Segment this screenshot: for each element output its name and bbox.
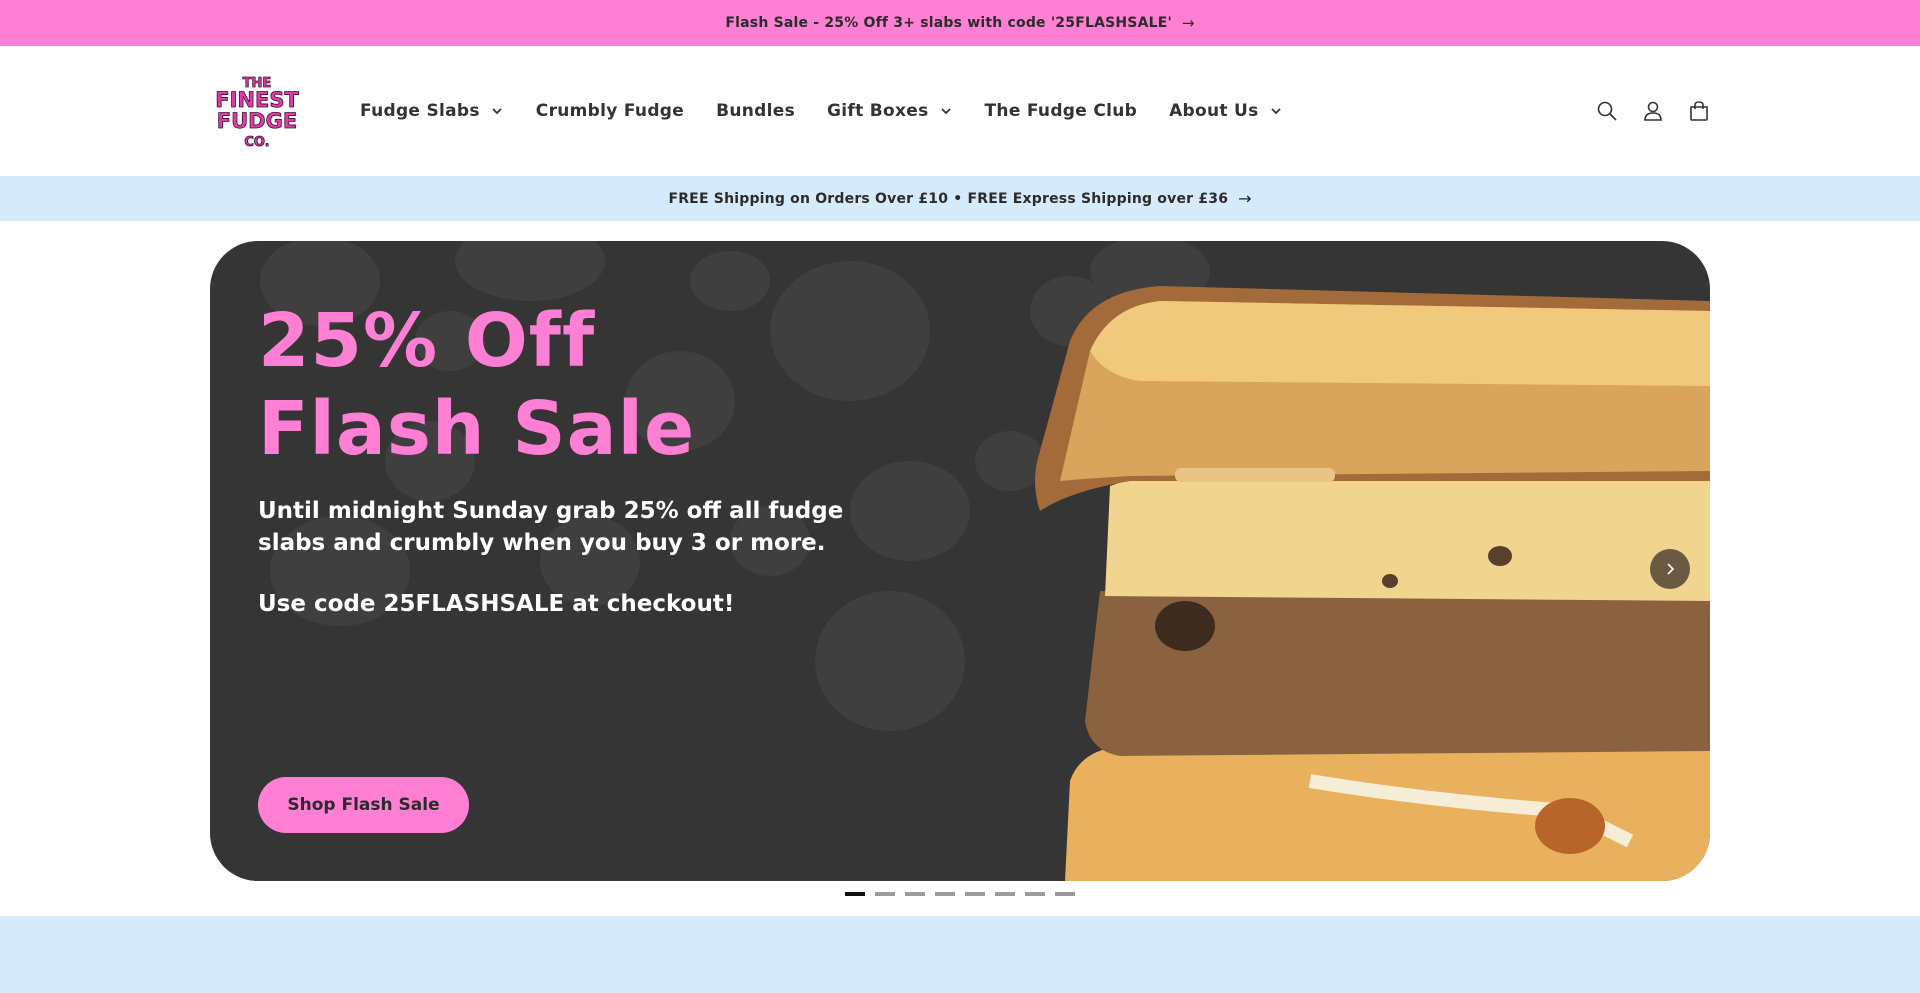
- nav-label: Bundles: [716, 101, 796, 121]
- nav-label: Crumbly Fudge: [535, 101, 685, 121]
- cart-icon[interactable]: [1688, 100, 1710, 122]
- shop-flash-sale-button[interactable]: Shop Flash Sale: [258, 777, 469, 833]
- nav-label: The Fudge Club: [984, 101, 1138, 121]
- slide-dot-4[interactable]: [935, 892, 955, 896]
- arrow-right-icon: →: [1238, 189, 1252, 208]
- arrow-right-icon: →: [1182, 14, 1195, 32]
- hero-code-text: Use code 25FLASHSALE at checkout!: [258, 591, 735, 617]
- hero-slide: 25% Off Flash Sale Until midnight Sunday…: [210, 241, 1710, 881]
- nav-bundles[interactable]: Bundles: [716, 101, 795, 121]
- brand-logo[interactable]: THE FINEST FUDGE CO.: [210, 71, 305, 151]
- slide-dot-2[interactable]: [875, 892, 895, 896]
- chevron-down-icon: [1270, 108, 1281, 115]
- shipping-link[interactable]: FREE Shipping on Orders Over £10 • FREE …: [668, 191, 1228, 207]
- announcement-link[interactable]: Flash Sale - 25% Off 3+ slabs with code …: [725, 15, 1172, 31]
- svg-text:CO.: CO.: [244, 135, 269, 150]
- header-actions: [1596, 100, 1710, 122]
- account-icon[interactable]: [1642, 100, 1664, 122]
- hero-content: 25% Off Flash Sale Until midnight Sunday…: [258, 297, 898, 617]
- nav-label: Gift Boxes: [827, 101, 929, 121]
- nav-about-us[interactable]: About Us: [1169, 101, 1282, 121]
- slide-dot-3[interactable]: [905, 892, 925, 896]
- nav-fudge-slabs[interactable]: Fudge Slabs: [360, 101, 504, 121]
- chevron-down-icon: [492, 108, 502, 115]
- search-icon[interactable]: [1596, 100, 1618, 122]
- svg-text:FUDGE: FUDGE: [217, 109, 297, 133]
- fudge-stack-image: [1035, 286, 1710, 881]
- next-section-band: [0, 916, 1920, 993]
- nav-label: About Us: [1169, 101, 1259, 121]
- slide-dot-1[interactable]: [845, 892, 865, 896]
- nav-label: Fudge Slabs: [360, 101, 480, 121]
- site-header: THE FINEST FUDGE CO. Fudge Slabs Crumbly…: [0, 46, 1920, 176]
- slider-next-button[interactable]: [1650, 549, 1690, 589]
- announcement-bar: Flash Sale - 25% Off 3+ slabs with code …: [0, 0, 1920, 46]
- slide-dot-7[interactable]: [1025, 892, 1045, 896]
- main-nav: Fudge Slabs Crumbly Fudge Bundles Gift B…: [360, 101, 1283, 121]
- hero-title-line2: Flash Sale: [258, 386, 696, 472]
- chevron-right-icon: [1667, 563, 1675, 575]
- slide-dot-5[interactable]: [965, 892, 985, 896]
- hero-description: Until midnight Sunday grab 25% off all f…: [258, 498, 844, 556]
- slider-pagination: [0, 892, 1920, 896]
- nav-fudge-club[interactable]: The Fudge Club: [985, 101, 1138, 121]
- button-label: Shop Flash Sale: [287, 795, 440, 815]
- hero-title-line1: 25% Off: [258, 298, 596, 384]
- nav-gift-boxes[interactable]: Gift Boxes: [827, 101, 952, 121]
- chevron-down-icon: [940, 108, 951, 115]
- slide-dot-8[interactable]: [1055, 892, 1075, 896]
- slide-dot-6[interactable]: [995, 892, 1015, 896]
- hero-slider: 25% Off Flash Sale Until midnight Sunday…: [0, 221, 1920, 920]
- logo-image: THE FINEST FUDGE CO.: [215, 76, 300, 151]
- nav-crumbly-fudge[interactable]: Crumbly Fudge: [536, 101, 684, 121]
- shipping-bar: FREE Shipping on Orders Over £10 • FREE …: [0, 176, 1920, 221]
